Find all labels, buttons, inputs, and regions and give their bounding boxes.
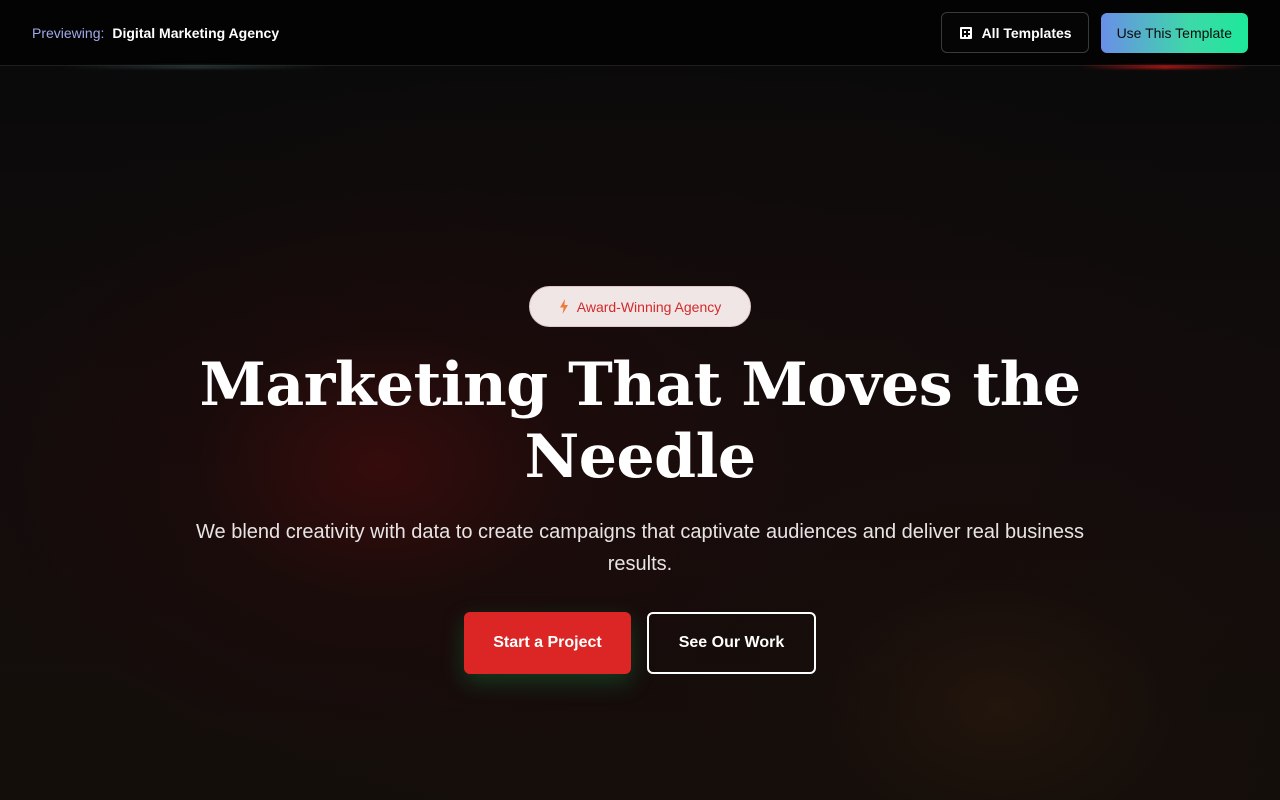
template-name: Digital Marketing Agency bbox=[112, 24, 280, 41]
topbar-actions: All Templates Use This Template bbox=[940, 12, 1248, 53]
hero-subtext: We blend creativity with data to create … bbox=[196, 521, 1084, 575]
preview-topbar: Previewing: Digital Marketing Agency All… bbox=[0, 0, 1280, 69]
preview-info: Previewing: Digital Marketing Agency bbox=[32, 25, 279, 41]
hero-section: Award-Winning Agency Marketing That Move… bbox=[0, 66, 1280, 800]
all-templates-button[interactable]: All Templates bbox=[940, 12, 1089, 53]
previewing-label: Previewing: bbox=[32, 24, 105, 41]
topbar-glow-left bbox=[60, 65, 330, 69]
award-badge: Award-Winning Agency bbox=[529, 286, 751, 327]
see-our-work-button[interactable]: See Our Work bbox=[647, 612, 816, 674]
hero-headline: Marketing That Moves the Needle bbox=[199, 350, 1081, 492]
use-template-button[interactable]: Use This Template bbox=[1100, 12, 1248, 53]
cta-group: Start a Project See Our Work bbox=[464, 612, 816, 674]
badge-label: Award-Winning Agency bbox=[576, 298, 722, 315]
all-templates-label: All Templates bbox=[981, 24, 1072, 41]
start-project-button[interactable]: Start a Project bbox=[464, 612, 631, 674]
lightning-bolt-icon bbox=[559, 299, 568, 314]
use-template-label: Use This Template bbox=[1116, 24, 1232, 41]
topbar-glow-right bbox=[1080, 65, 1250, 69]
grid-icon bbox=[959, 26, 972, 39]
